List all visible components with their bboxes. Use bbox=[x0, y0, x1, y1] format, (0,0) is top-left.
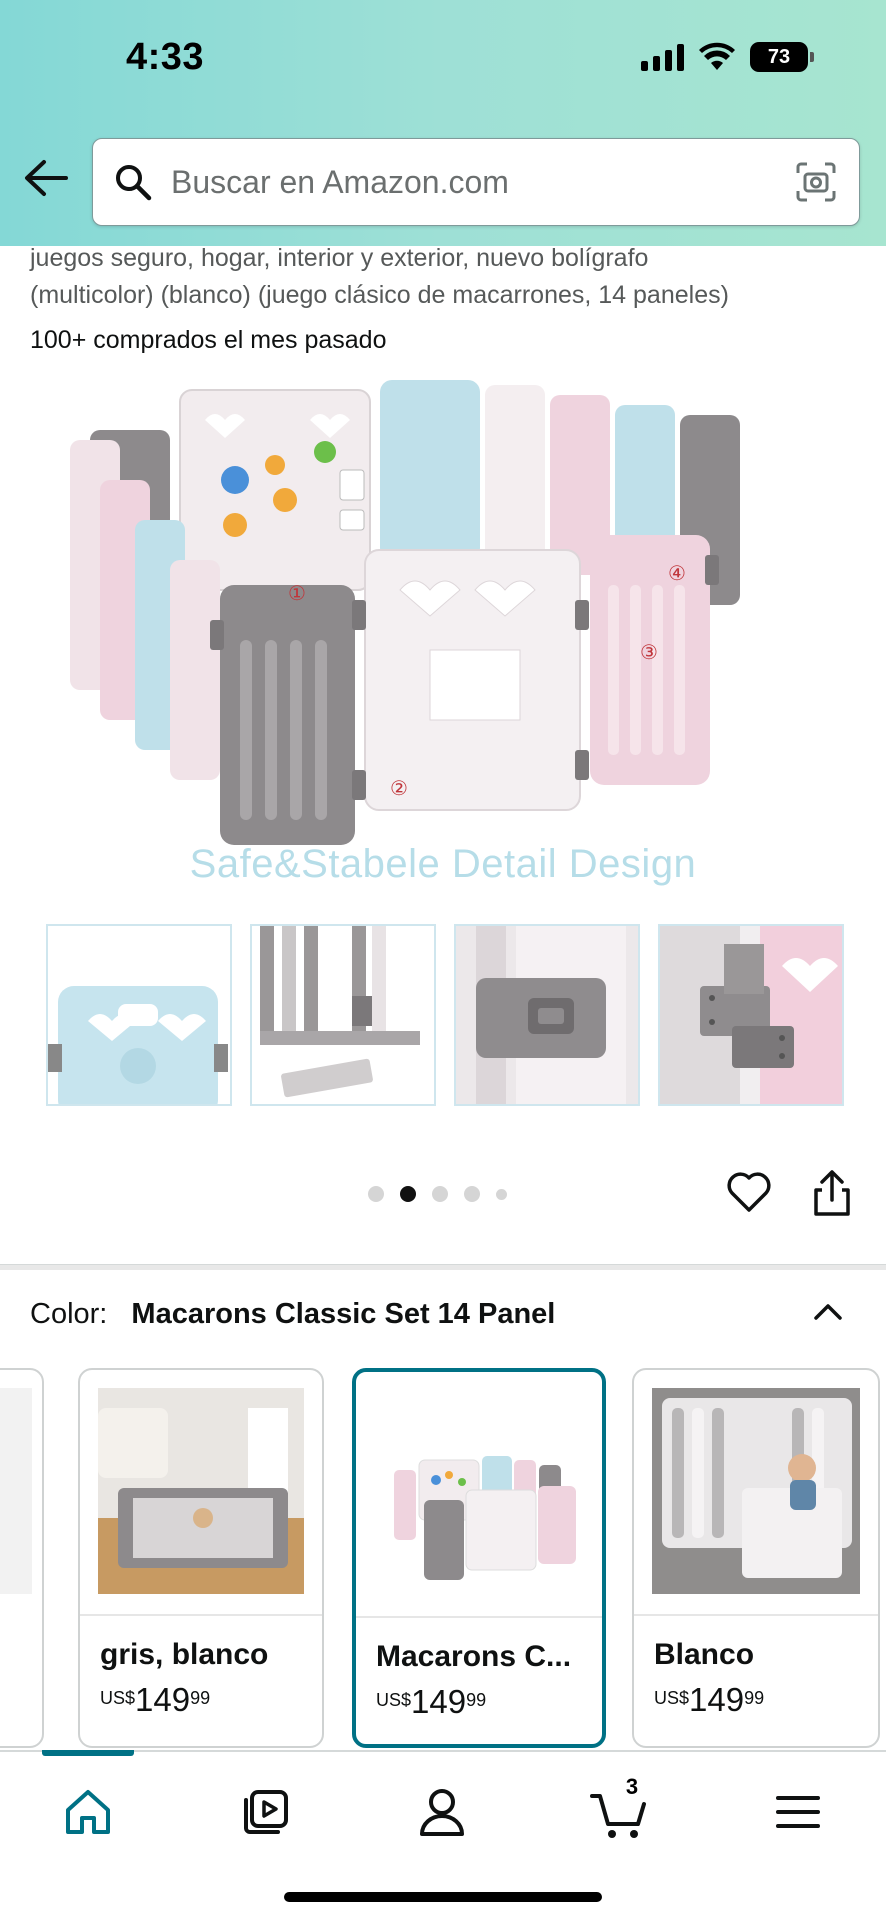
share-icon[interactable] bbox=[810, 1168, 854, 1218]
color-option-info: Blanco US$ 149 99 bbox=[634, 1614, 878, 1746]
camera-search-icon[interactable] bbox=[795, 161, 837, 203]
carousel-dot[interactable] bbox=[432, 1186, 448, 1202]
cart-count-badge: 3 bbox=[625, 1774, 639, 1799]
carousel-dots[interactable] bbox=[368, 1186, 507, 1202]
image-caption: Safe&Stabele Detail Design bbox=[189, 842, 697, 886]
color-option-price: US$ 149 99 bbox=[654, 1682, 858, 1718]
home-icon[interactable] bbox=[58, 1782, 118, 1842]
carousel-dot[interactable] bbox=[368, 1186, 384, 1202]
home-indicator bbox=[284, 1892, 602, 1902]
color-option-image bbox=[374, 1390, 584, 1596]
search-bar[interactable] bbox=[92, 138, 860, 226]
color-option-gris-blanco[interactable]: gris, blanco US$ 149 99 bbox=[78, 1368, 324, 1748]
color-option-price: US$ 149 99 bbox=[376, 1684, 582, 1720]
color-option-image bbox=[0, 1388, 32, 1594]
account-icon[interactable] bbox=[412, 1782, 472, 1842]
video-icon[interactable] bbox=[236, 1782, 296, 1842]
marker-2: ② bbox=[390, 776, 408, 800]
status-time: 4:33 bbox=[126, 36, 205, 78]
menu-icon[interactable] bbox=[768, 1782, 828, 1842]
color-option-info: Macarons C... US$ 149 99 bbox=[356, 1616, 602, 1744]
color-option-name: Macarons C... bbox=[376, 1640, 572, 1673]
product-page: 4:33 73 Buscar en Amazon.com juegos segu… bbox=[0, 0, 886, 1920]
marker-1: ① bbox=[288, 581, 306, 605]
color-selected-value: Macarons Classic Set 14 Panel bbox=[131, 1298, 556, 1330]
color-option-image bbox=[652, 1388, 860, 1594]
product-title: juegos seguro, hogar, interior y exterio… bbox=[30, 240, 850, 314]
detail-image-latch bbox=[454, 924, 640, 1106]
detail-image-hinge bbox=[658, 924, 844, 1106]
price-whole: 149 bbox=[411, 1683, 467, 1720]
bought-count: 100+ comprados el mes pasado bbox=[30, 326, 387, 354]
color-option-info: gris, blanco US$ 149 99 bbox=[80, 1614, 322, 1746]
color-option-name: Blanco bbox=[654, 1638, 755, 1671]
color-label: Color: bbox=[30, 1298, 108, 1330]
nav-active-indicator bbox=[42, 1750, 134, 1756]
color-option-image bbox=[98, 1388, 304, 1594]
section-divider bbox=[0, 1264, 886, 1270]
price-fraction: 99 bbox=[190, 1688, 211, 1708]
wifi-icon bbox=[699, 42, 735, 70]
carousel-dot[interactable] bbox=[496, 1188, 507, 1200]
price-whole: 149 bbox=[135, 1681, 191, 1718]
search-input[interactable] bbox=[171, 163, 751, 201]
color-option-blanco[interactable]: Blanco US$ 149 99 bbox=[632, 1368, 880, 1748]
marker-4: ④ bbox=[668, 561, 686, 585]
price-fraction: 99 bbox=[466, 1690, 487, 1710]
color-option-partial[interactable] bbox=[0, 1368, 44, 1748]
price-whole: 149 bbox=[689, 1681, 745, 1718]
color-selector-header[interactable]: Color: Macarons Classic Set 14 Panel bbox=[30, 1298, 555, 1331]
battery-level: 73 bbox=[767, 45, 791, 68]
search-icon bbox=[116, 165, 152, 201]
price-fraction: 99 bbox=[744, 1688, 765, 1708]
price-currency: US$ bbox=[376, 1690, 412, 1710]
color-option-price: US$ 149 99 bbox=[100, 1682, 302, 1718]
marker-3: ③ bbox=[640, 640, 658, 664]
detail-images bbox=[46, 924, 844, 1106]
product-title-line-2: (multicolor) (blanco) (juego clásico de … bbox=[30, 281, 729, 309]
chevron-up-icon[interactable] bbox=[810, 1296, 846, 1326]
price-currency: US$ bbox=[100, 1688, 136, 1708]
back-arrow-icon[interactable] bbox=[22, 158, 68, 198]
carousel-dot-active[interactable] bbox=[400, 1186, 416, 1202]
color-option-name: gris, blanco bbox=[100, 1638, 269, 1671]
detail-image-base bbox=[250, 924, 436, 1106]
cellular-signal-icon bbox=[641, 43, 684, 71]
price-currency: US$ bbox=[654, 1688, 690, 1708]
app-header: 4:33 73 bbox=[0, 0, 886, 246]
carousel-dot[interactable] bbox=[464, 1186, 480, 1202]
status-icons: 73 bbox=[641, 42, 814, 72]
battery-icon: 73 bbox=[750, 42, 814, 72]
color-option-macarons[interactable]: Macarons C... US$ 149 99 bbox=[352, 1368, 606, 1748]
product-image[interactable]: ① ② ③ ④ bbox=[60, 370, 820, 910]
heart-icon[interactable] bbox=[726, 1170, 772, 1214]
detail-image-panel bbox=[46, 924, 232, 1106]
